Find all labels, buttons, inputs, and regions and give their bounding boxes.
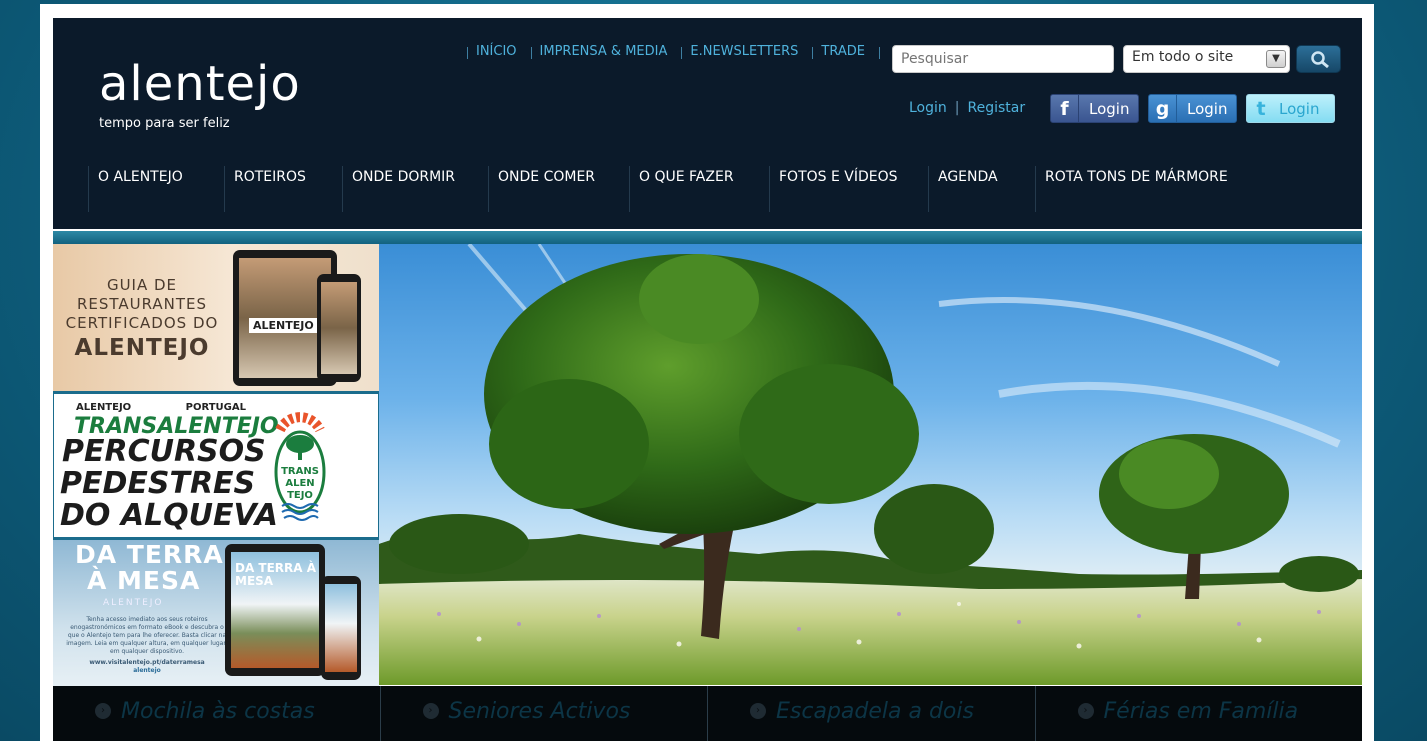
- main-nav: O ALENTEJO ROTEIROS ONDE DORMIR ONDE COM…: [88, 166, 1235, 212]
- chevron-right-icon: ›: [1077, 703, 1094, 719]
- search-input[interactable]: [892, 45, 1114, 73]
- promo-terra-title2: À MESA: [87, 566, 201, 595]
- twitter-icon: t: [1256, 97, 1266, 120]
- tablet-screen-text: ALENTEJO: [249, 318, 318, 333]
- tablet-screen-title: DA TERRA À MESA: [235, 561, 317, 588]
- promo-terra-body: Tenha acesso imediato aos seus roteiros …: [65, 616, 229, 675]
- nav-item-onde-comer[interactable]: ONDE COMER: [488, 166, 629, 212]
- promo-trans-top-left: ALENTEJO: [76, 402, 132, 413]
- transalentejo-badge-icon: TRANS ALEN TEJO: [274, 412, 326, 521]
- promo-terra-title: DA TERRA À MESA: [75, 542, 224, 594]
- nav-item-onde-dormir[interactable]: ONDE DORMIR: [342, 166, 488, 212]
- badge-line3: TEJO: [287, 490, 313, 501]
- top-link-trade[interactable]: TRADE: [812, 45, 879, 59]
- search-scope-value: Em todo o site: [1132, 49, 1234, 65]
- top-link-imprensa[interactable]: IMPRENSA & MEDIA: [530, 45, 682, 59]
- nav-item-o-alentejo[interactable]: O ALENTEJO: [88, 166, 224, 212]
- promo-terra-subtitle: ALENTEJO: [103, 598, 164, 608]
- promo-terra-mesa[interactable]: DA TERRA À MESA ALENTEJO Tenha acesso im…: [53, 540, 379, 686]
- nav-item-roteiros[interactable]: ROTEIROS: [224, 166, 342, 212]
- promo-restaurant-line4: ALENTEJO: [74, 335, 210, 361]
- auth-separator: |: [954, 100, 960, 116]
- facebook-login-button[interactable]: f Login: [1050, 94, 1139, 123]
- promo-trans-top-right: PORTUGAL: [185, 402, 246, 413]
- chevron-right-icon: ›: [422, 703, 439, 719]
- tab-seniores-activos[interactable]: › Seniores Activos: [381, 686, 708, 741]
- promo-trans-line3: DO ALQUEVA: [60, 498, 278, 533]
- nav-item-agenda[interactable]: AGENDA: [928, 166, 1035, 212]
- facebook-login-label: Login: [1089, 99, 1130, 118]
- promo-trans-lines: PERCURSOS PEDESTRES DO ALQUEVA: [60, 436, 278, 532]
- twitter-login-label: Login: [1279, 99, 1320, 118]
- google-login-label: Login: [1187, 99, 1228, 118]
- promo-terra-title1: DA TERRA: [75, 540, 224, 569]
- tablet-image: DA TERRA À MESA: [225, 544, 325, 676]
- twitter-login-button[interactable]: t Login: [1246, 94, 1335, 123]
- top-links: INÍCIO IMPRENSA & MEDIA E.NEWSLETTERS TR…: [467, 45, 880, 59]
- badge-line2: ALEN: [285, 478, 314, 489]
- google-icon: g: [1149, 95, 1177, 122]
- search-button[interactable]: [1296, 45, 1341, 73]
- tab-mochila-costas[interactable]: › Mochila às costas: [53, 686, 381, 741]
- phone-image: [317, 274, 361, 382]
- promo-restaurant-line3: CERTIFICADOS DO: [65, 314, 219, 332]
- tab-label: Férias em Família: [1103, 699, 1299, 724]
- nav-item-o-que-fazer[interactable]: O QUE FAZER: [629, 166, 769, 212]
- search-scope-select[interactable]: Em todo o site ▼: [1123, 45, 1290, 73]
- phone-image: [321, 576, 361, 680]
- search-icon: [1311, 51, 1329, 69]
- promo-restaurant-guide[interactable]: GUIA DE RESTAURANTES CERTIFICADOS DO ALE…: [53, 244, 379, 391]
- tab-label: Escapadela a dois: [776, 699, 974, 724]
- promo-restaurant-text: GUIA DE RESTAURANTES CERTIFICADOS DO ALE…: [53, 276, 231, 361]
- logo-name: alentejo: [99, 56, 301, 112]
- promo-restaurant-line1: GUIA DE: [106, 276, 178, 294]
- google-login-button[interactable]: g Login: [1148, 94, 1237, 123]
- badge-line1: TRANS: [281, 466, 319, 477]
- facebook-icon: f: [1051, 95, 1079, 122]
- logo-tagline: tempo para ser feliz: [99, 116, 230, 131]
- promo-trans-line1: PERCURSOS: [62, 434, 266, 469]
- tab-label: Seniores Activos: [448, 699, 631, 724]
- tab-escapadela-dois[interactable]: › Escapadela a dois: [708, 686, 1036, 741]
- top-link-divider: [878, 47, 880, 59]
- promo-terra-body-text: Tenha acesso imediato aos seus roteiros …: [66, 616, 228, 655]
- login-link[interactable]: Login: [909, 100, 947, 116]
- theme-tabs: › Mochila às costas › Seniores Activos ›…: [53, 686, 1362, 741]
- auth-links: Login | Registar: [909, 100, 1025, 116]
- nav-item-rota-tons-marmore[interactable]: ROTA TONS DE MÁRMORE: [1035, 166, 1235, 212]
- top-link-inicio[interactable]: INÍCIO: [467, 45, 531, 59]
- promo-trans-line2: PEDESTRES: [60, 466, 256, 501]
- nav-item-fotos-videos[interactable]: FOTOS E VÍDEOS: [769, 166, 928, 212]
- top-link-newsletters[interactable]: E.NEWSLETTERS: [681, 45, 812, 59]
- site-header: alentejo tempo para ser feliz INÍCIO IMP…: [53, 18, 1362, 229]
- header-strip: [53, 231, 1362, 244]
- promo-restaurant-line2: RESTAURANTES: [76, 295, 208, 313]
- promo-trans-top: ALENTEJO PORTUGAL: [76, 402, 246, 413]
- chevron-down-icon: ▼: [1266, 50, 1286, 68]
- promo-terra-url: www.visitalentejo.pt/daterramesa: [89, 659, 205, 666]
- tab-label: Mochila às costas: [121, 699, 315, 724]
- chevron-right-icon: ›: [750, 703, 766, 719]
- chevron-right-icon: ›: [95, 703, 111, 719]
- hero-landscape: [379, 244, 1362, 685]
- hero-image: [379, 244, 1362, 685]
- register-link[interactable]: Registar: [968, 100, 1026, 116]
- promo-transalentejo[interactable]: ALENTEJO PORTUGAL TRANSALENTEJO PERCURSO…: [53, 393, 379, 538]
- promo-terra-brand: alentejo: [133, 667, 161, 674]
- site-logo[interactable]: alentejo tempo para ser feliz: [99, 60, 301, 131]
- tab-ferias-familia[interactable]: › Férias em Família: [1036, 686, 1363, 741]
